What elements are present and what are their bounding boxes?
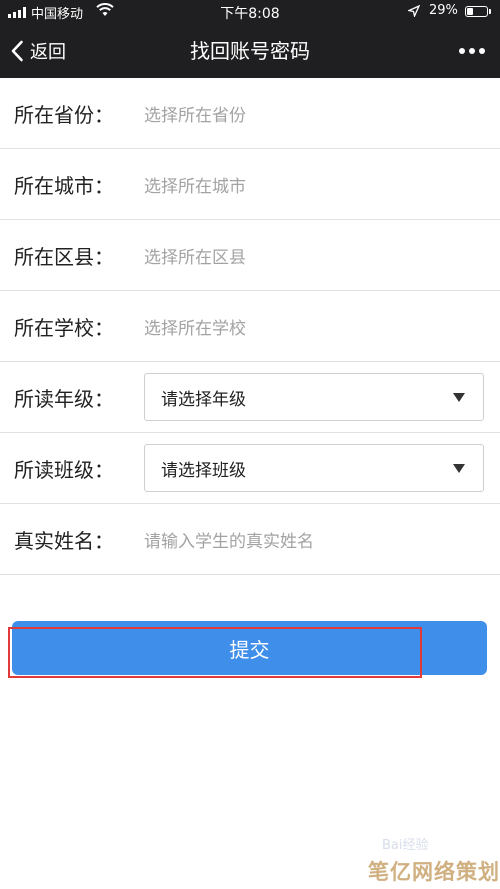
- province-row[interactable]: 所在省份： 选择所在省份: [0, 78, 500, 149]
- grade-label: 所读年级：: [14, 386, 114, 411]
- more-button[interactable]: [452, 24, 492, 78]
- grade-row: 所读年级： 请选择年级: [0, 362, 500, 433]
- class-row: 所读班级： 请选择班级: [0, 433, 500, 504]
- clock: 下午8:08: [220, 6, 280, 22]
- city-label: 所在城市：: [14, 173, 114, 198]
- battery-icon: [465, 6, 488, 17]
- caret-down-icon: [453, 464, 465, 473]
- district-label: 所在区县：: [14, 244, 114, 269]
- province-picker[interactable]: 选择所在省份: [144, 101, 246, 126]
- grade-select-value: 请选择年级: [161, 389, 246, 410]
- battery-tip: [489, 9, 491, 14]
- district-row[interactable]: 所在区县： 选择所在区县: [0, 220, 500, 291]
- watermark: 笔亿网络策划: [368, 860, 500, 884]
- class-select-value: 请选择班级: [161, 460, 246, 481]
- page-title: 找回账号密码: [190, 39, 310, 63]
- recovery-form: 所在省份： 选择所在省份 所在城市： 选择所在城市 所在区县： 选择所在区县 所…: [0, 78, 500, 575]
- class-select[interactable]: 请选择班级: [144, 444, 484, 492]
- city-row[interactable]: 所在城市： 选择所在城市: [0, 149, 500, 220]
- battery-percent: 29%: [429, 3, 458, 18]
- chevron-left-icon: [11, 40, 23, 62]
- name-row: 真实姓名： 请输入学生的真实姓名: [0, 504, 500, 575]
- caret-down-icon: [453, 393, 465, 402]
- city-picker[interactable]: 选择所在城市: [144, 172, 246, 197]
- grade-select[interactable]: 请选择年级: [144, 373, 484, 421]
- back-label: 返回: [30, 42, 66, 63]
- submit-button[interactable]: 提交: [12, 621, 487, 675]
- name-input[interactable]: 请输入学生的真实姓名: [144, 527, 314, 552]
- status-bar: 中国移动 下午8:08 29%: [0, 0, 500, 24]
- back-button[interactable]: 返回: [10, 24, 66, 78]
- school-row[interactable]: 所在学校： 选择所在学校: [0, 291, 500, 362]
- class-label: 所读班级：: [14, 457, 114, 482]
- school-picker[interactable]: 选择所在学校: [144, 314, 246, 339]
- province-label: 所在省份：: [14, 102, 114, 127]
- more-dot-icon: [479, 48, 485, 54]
- more-dot-icon: [469, 48, 475, 54]
- submit-label: 提交: [229, 637, 270, 662]
- navigation-bar: 返回 找回账号密码: [0, 24, 500, 78]
- baidu-watermark-logo: Bai经验: [382, 838, 429, 853]
- district-picker[interactable]: 选择所在区县: [144, 243, 246, 268]
- school-label: 所在学校：: [14, 315, 114, 340]
- more-dot-icon: [459, 48, 465, 54]
- location-arrow-icon: [408, 5, 420, 17]
- name-label: 真实姓名：: [14, 528, 114, 553]
